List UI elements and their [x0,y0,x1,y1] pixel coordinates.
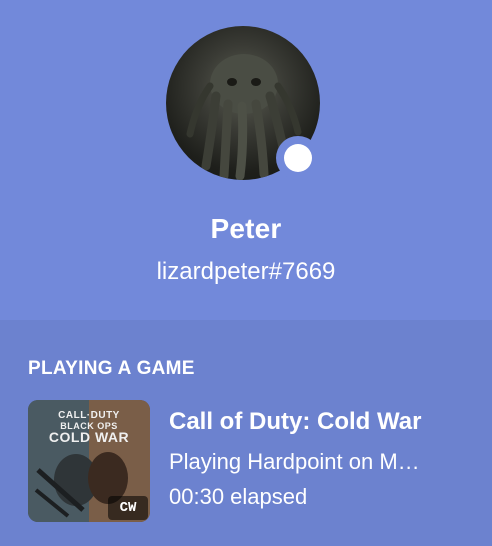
game-art-title: CALL·DUTY BLACK OPS COLD WAR [28,410,150,445]
profile-popout: Peter lizardpeter#7669 PLAYING A GAME CA… [0,0,492,546]
game-art[interactable]: CALL·DUTY BLACK OPS COLD WAR CW [28,400,150,522]
online-status-icon [284,144,312,172]
game-name: Call of Duty: Cold War [169,408,422,435]
game-badge: CW [108,496,148,520]
activity-section-title: PLAYING A GAME [28,358,195,379]
game-details: Playing Hardpoint on M… [169,449,420,474]
username-tag[interactable]: lizardpeter#7669 [0,258,492,286]
profile-header: Peter lizardpeter#7669 [0,0,492,320]
avatar-container[interactable] [166,26,320,188]
game-art-line1: CALL·DUTY [58,410,120,421]
game-art-line3: COLD WAR [48,429,130,445]
status-indicator [276,136,320,180]
display-name: Peter [210,213,282,244]
game-elapsed: 00:30 elapsed [169,484,308,509]
